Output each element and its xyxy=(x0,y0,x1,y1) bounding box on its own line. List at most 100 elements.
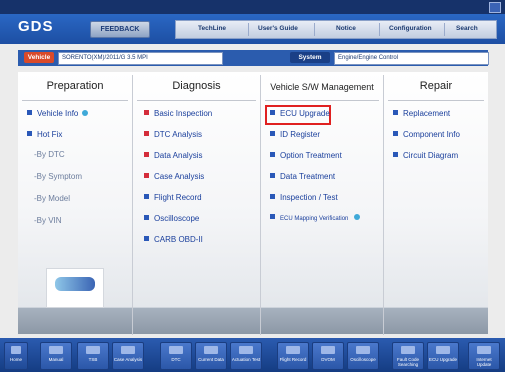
sw-item-label: Option Treatment xyxy=(280,151,342,160)
dtc-icon xyxy=(169,346,183,354)
bullet-icon xyxy=(270,214,275,219)
bullet-icon xyxy=(144,215,149,220)
gds-logo: GDS xyxy=(18,18,54,35)
sw-item-label: ECU Mapping Verification xyxy=(280,216,349,222)
ecu-upgrade-toolbar-button[interactable]: ECU Upgrade xyxy=(427,342,459,370)
repair-component-info[interactable]: Component Info xyxy=(393,130,460,139)
prep-vehicle-info-label: Vehicle Info xyxy=(37,109,79,118)
diag-carb-obd[interactable]: CARB OBD-II xyxy=(144,235,203,244)
internet-update-icon xyxy=(477,346,491,354)
fault-code-searching-button[interactable]: Fault Code Searching xyxy=(392,342,424,370)
ecu-upgrade-button-label: ECU Upgrade xyxy=(428,357,457,362)
sw-item-label: Data Treatment xyxy=(280,172,336,181)
actuation-test-button[interactable]: Actuation Test xyxy=(230,342,262,370)
sw-ecu-upgrade[interactable]: ECU Upgrade xyxy=(270,109,330,118)
oscilloscope-button-label: Oscilloscope xyxy=(350,357,376,362)
diag-basic-inspection[interactable]: Basic Inspection xyxy=(144,109,212,118)
current-data-button[interactable]: Current Data xyxy=(195,342,227,370)
actuation-test-icon xyxy=(239,346,253,354)
bullet-icon xyxy=(144,194,149,199)
dtc-button[interactable]: DTC xyxy=(160,342,192,370)
bullet-icon xyxy=(144,173,149,178)
prep-vehicle-info[interactable]: Vehicle Info xyxy=(27,109,89,118)
diag-case-analysis[interactable]: Case Analysis xyxy=(144,172,204,181)
diag-item-label: Oscilloscope xyxy=(154,214,200,223)
system-info-field[interactable]: Engine/Engine Control xyxy=(334,52,489,65)
flight-record-button[interactable]: Flight Record xyxy=(277,342,309,370)
diagnosis-heading: Diagnosis xyxy=(172,80,221,92)
diag-dtc-analysis[interactable]: DTC Analysis xyxy=(144,130,202,139)
current-data-icon xyxy=(204,346,218,354)
menu-techline[interactable]: TechLine xyxy=(198,25,226,32)
heading-rule xyxy=(265,100,379,101)
manual-button[interactable]: Manual xyxy=(40,342,72,370)
diag-item-label: CARB OBD-II xyxy=(154,235,203,244)
tsb-button[interactable]: TSB xyxy=(77,342,109,370)
sw-id-register[interactable]: ID Register xyxy=(270,130,320,139)
fault-code-icon xyxy=(401,346,415,354)
window-close-button[interactable] xyxy=(489,2,501,13)
promo-banner[interactable] xyxy=(46,268,104,308)
prep-hot-fix-label: Hot Fix xyxy=(37,130,63,139)
preparation-heading: Preparation xyxy=(46,80,104,92)
actuation-test-button-label: Actuation Test xyxy=(231,357,261,362)
vehicle-button[interactable]: Vehicle xyxy=(24,52,54,63)
fault-code-button-label: Fault Code Searching xyxy=(396,357,419,367)
bullet-icon xyxy=(270,173,275,178)
diag-item-label: Data Analysis xyxy=(154,151,203,160)
prep-by-vin[interactable]: -By VIN xyxy=(34,216,62,225)
menu-search[interactable]: Search xyxy=(456,25,478,32)
app-window: GDS FEEDBACK TechLine User's Guide Notic… xyxy=(0,0,505,372)
sw-ecu-mapping[interactable]: ECU Mapping Verification xyxy=(270,214,361,222)
bullet-icon xyxy=(393,131,398,136)
prep-by-dtc[interactable]: -By DTC xyxy=(34,150,65,159)
bullet-icon xyxy=(27,131,32,136)
diag-flight-record[interactable]: Flight Record xyxy=(144,193,202,202)
case-analysis-button-label: Case Analysis xyxy=(113,357,143,362)
sw-item-label: Inspection / Test xyxy=(280,193,338,202)
ecu-upgrade-icon xyxy=(436,346,450,354)
column-divider xyxy=(260,75,261,335)
diag-data-analysis[interactable]: Data Analysis xyxy=(144,151,202,160)
bullet-icon xyxy=(393,152,398,157)
oscilloscope-icon xyxy=(356,346,370,354)
bullet-icon xyxy=(27,110,32,115)
dvom-button[interactable]: DVOM xyxy=(312,342,344,370)
menu-separator xyxy=(379,23,380,36)
bullet-icon xyxy=(144,110,149,115)
gds-logo-text: GDS xyxy=(18,18,54,35)
sw-option-treatment[interactable]: Option Treatment xyxy=(270,151,342,160)
vehicle-info-field[interactable]: SORENTO(XM)/2011/G 3.5 MPI xyxy=(58,52,223,65)
bullet-icon xyxy=(270,110,275,115)
menu-notice[interactable]: Notice xyxy=(336,25,356,32)
diag-oscilloscope[interactable]: Oscilloscope xyxy=(144,214,199,223)
feedback-button[interactable]: FEEDBACK xyxy=(90,21,150,38)
sw-inspection-test[interactable]: Inspection / Test xyxy=(270,193,338,202)
flight-record-icon xyxy=(286,346,300,354)
heading-rule xyxy=(22,100,128,101)
flight-record-button-label: Flight Record xyxy=(279,357,307,362)
case-analysis-button[interactable]: Case Analysis xyxy=(112,342,144,370)
sw-data-treatment[interactable]: Data Treatment xyxy=(270,172,335,181)
home-button[interactable]: Home xyxy=(4,342,28,370)
menu-users-guide[interactable]: User's Guide xyxy=(258,25,298,32)
sw-item-label: ID Register xyxy=(280,130,321,139)
home-icon xyxy=(11,346,21,354)
repair-circuit-diagram[interactable]: Circuit Diagram xyxy=(393,151,458,160)
dvom-button-label: DVOM xyxy=(321,357,335,362)
diag-item-label: DTC Analysis xyxy=(154,130,203,139)
system-button[interactable]: System xyxy=(290,52,330,63)
prep-by-model[interactable]: -By Model xyxy=(34,194,70,203)
bullet-icon xyxy=(144,152,149,157)
oscilloscope-button[interactable]: Oscilloscope xyxy=(347,342,379,370)
heading-rule xyxy=(388,100,484,101)
repair-replacement[interactable]: Replacement xyxy=(393,109,450,118)
prep-by-symptom[interactable]: -By Symptom xyxy=(34,172,82,181)
diag-item-label: Basic Inspection xyxy=(154,109,213,118)
home-button-label: Home xyxy=(9,357,22,362)
prep-hot-fix[interactable]: Hot Fix xyxy=(27,130,62,139)
internet-update-button[interactable]: Internet Update xyxy=(468,342,500,370)
sw-item-label: ECU Upgrade xyxy=(280,109,330,118)
menu-configuration[interactable]: Configuration xyxy=(389,25,432,32)
menu-separator xyxy=(444,23,445,36)
